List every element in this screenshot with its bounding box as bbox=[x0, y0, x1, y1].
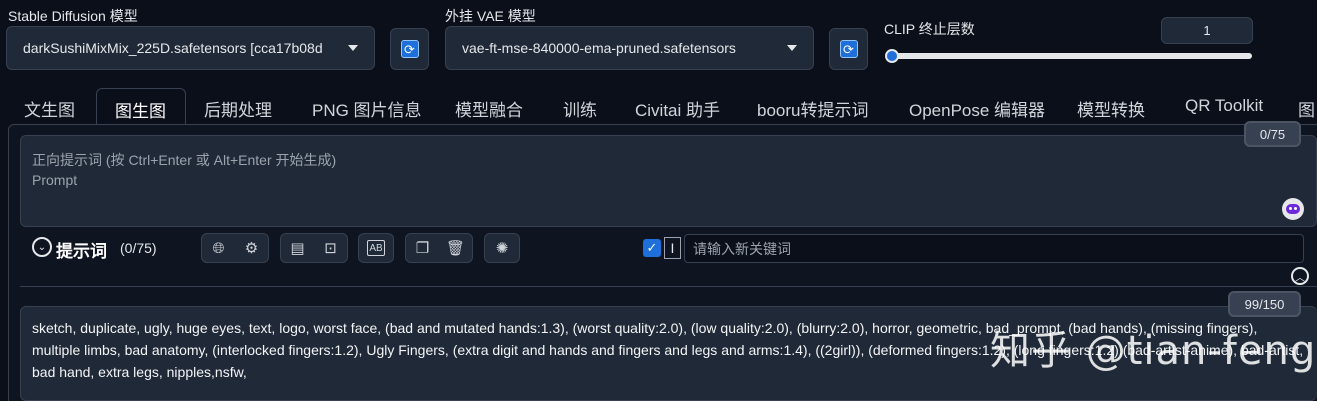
prompt-token-counter: 0/75 bbox=[1244, 121, 1301, 147]
tab-booru[interactable]: booru转提示词 bbox=[757, 96, 868, 121]
chevron-down-icon bbox=[348, 45, 358, 51]
negative-token-counter: 99/150 bbox=[1228, 291, 1301, 317]
watermark: 知乎 @tian-feng bbox=[990, 328, 1317, 374]
edit-tools: ❐ 🗑︎ bbox=[405, 233, 473, 263]
vae-model-value: vae-ft-mse-840000-ema-pruned.safetensors bbox=[462, 40, 736, 56]
copy-icon[interactable]: ❐ bbox=[414, 239, 432, 257]
prompt-section-title: 提示词 bbox=[56, 242, 107, 261]
tab-txt2img[interactable]: 文生图 bbox=[24, 96, 75, 121]
tab-merge[interactable]: 模型融合 bbox=[455, 96, 523, 121]
assistant-icon[interactable] bbox=[1282, 198, 1304, 220]
gear-icon[interactable]: ⚙ bbox=[243, 239, 261, 257]
trash-icon[interactable]: 🗑︎ bbox=[446, 239, 465, 257]
vae-model-label: 外挂 VAE 模型 bbox=[445, 8, 536, 24]
tab-openpose[interactable]: OpenPose 编辑器 bbox=[909, 96, 1045, 121]
history-icon[interactable]: ▤ bbox=[289, 239, 307, 257]
tab-model-convert[interactable]: 模型转换 bbox=[1077, 96, 1145, 121]
vae-model-dropdown[interactable]: vae-ft-mse-840000-ema-pruned.safetensors bbox=[445, 26, 814, 70]
ab-translate-icon[interactable]: AB bbox=[367, 240, 385, 256]
tab-img2img[interactable]: 图生图 bbox=[96, 88, 186, 125]
translate-tools: AB bbox=[358, 233, 394, 263]
text-cursor-icon: I bbox=[664, 237, 681, 259]
prompt-section-count: (0/75) bbox=[120, 240, 157, 256]
chevron-down-icon bbox=[787, 45, 797, 51]
keyword-input[interactable]: 请输入新关键词 bbox=[684, 234, 1304, 263]
globe-icon[interactable]: 🌐︎ bbox=[210, 239, 228, 257]
bookmark-icon[interactable]: ⊡ bbox=[322, 239, 340, 257]
clip-number-input[interactable]: 1 bbox=[1161, 17, 1253, 44]
refresh-icon: ⟳ bbox=[839, 40, 858, 58]
tab-qr-toolkit[interactable]: QR Toolkit bbox=[1185, 96, 1263, 116]
sd-model-dropdown[interactable]: darkSushiMixMix_225D.safetensors [cca17b… bbox=[6, 26, 375, 70]
tab-extras[interactable]: 后期处理 bbox=[204, 96, 272, 121]
prompt-textarea[interactable]: 正向提示词 (按 Ctrl+Enter 或 Alt+Enter 开始生成) Pr… bbox=[20, 135, 1317, 227]
clip-slider[interactable] bbox=[886, 53, 1252, 59]
sd-model-label: Stable Diffusion 模型 bbox=[8, 8, 138, 24]
prompt-placeholder: 正向提示词 (按 Ctrl+Enter 或 Alt+Enter 开始生成) bbox=[32, 152, 337, 168]
tab-bar: 文生图 图生图 后期处理 PNG 图片信息 模型融合 训练 Civitai 助手… bbox=[0, 88, 1317, 125]
keyword-checkbox[interactable]: ✓ bbox=[643, 239, 661, 257]
collapse-icon[interactable]: ⌄ bbox=[32, 237, 52, 257]
tab-more[interactable]: 图 bbox=[1298, 96, 1315, 121]
tab-png-info[interactable]: PNG 图片信息 bbox=[312, 96, 422, 121]
divider bbox=[20, 286, 1317, 287]
refresh-vae-button[interactable]: ⟳ bbox=[829, 28, 868, 70]
clip-label: CLIP 终止层数 bbox=[884, 21, 975, 37]
tab-train[interactable]: 训练 bbox=[563, 96, 597, 121]
chevron-up-icon[interactable]: ︿ bbox=[1291, 267, 1309, 285]
prompt-placeholder-en: Prompt bbox=[32, 172, 78, 188]
refresh-icon: ⟳ bbox=[400, 40, 419, 58]
tab-civitai[interactable]: Civitai 助手 bbox=[635, 96, 720, 121]
sd-model-value: darkSushiMixMix_225D.safetensors [cca17b… bbox=[23, 40, 323, 56]
history-tools: ▤ ⊡ bbox=[280, 233, 348, 263]
language-tools: 🌐︎ ⚙ bbox=[201, 233, 269, 263]
openai-icon[interactable]: ✺ bbox=[493, 239, 511, 257]
clip-slider-thumb[interactable] bbox=[885, 49, 899, 63]
chatgpt-tools: ✺ bbox=[484, 233, 520, 263]
refresh-sd-model-button[interactable]: ⟳ bbox=[390, 28, 429, 70]
